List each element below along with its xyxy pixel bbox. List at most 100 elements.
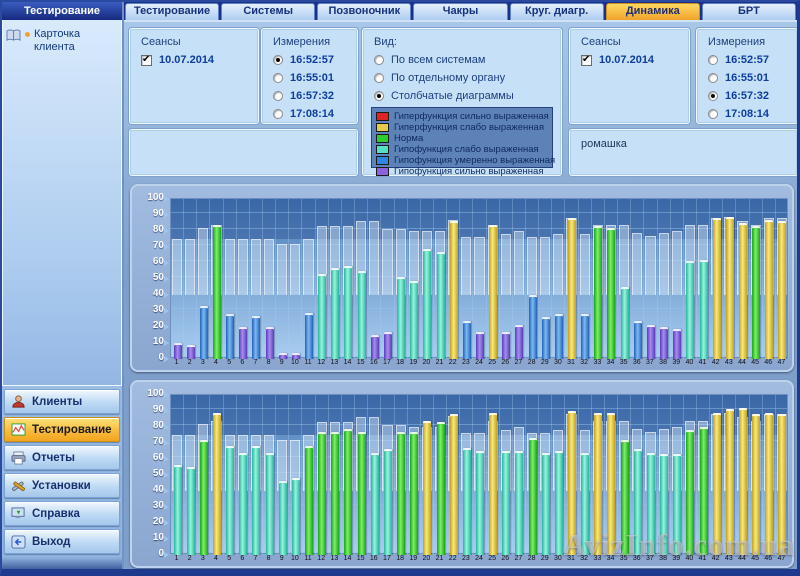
radio-button[interactable]	[374, 91, 384, 101]
y-tick-label: 70	[130, 436, 164, 447]
chart-column	[736, 395, 749, 555]
y-tick-label: 100	[130, 192, 164, 203]
bar	[200, 440, 208, 555]
x-tick-label: 45	[749, 555, 762, 562]
chart-column	[329, 395, 342, 555]
chart-column	[276, 199, 289, 359]
chart-column	[513, 199, 526, 359]
bar	[200, 306, 208, 359]
sidebar-button-4[interactable]: Справка	[4, 501, 120, 526]
chart-column	[197, 395, 210, 555]
reference-band	[527, 237, 537, 295]
tab-5[interactable]: Динамика	[606, 3, 700, 20]
bar	[266, 327, 274, 359]
bar	[778, 414, 786, 555]
chart-column	[250, 395, 263, 555]
x-tick-label: 29	[538, 555, 551, 562]
x-tick-label: 9	[275, 555, 288, 562]
chart-column	[579, 395, 592, 555]
radio-label: По всем системам	[391, 54, 485, 66]
radio-button[interactable]	[273, 73, 283, 83]
sidebar-button-2[interactable]: Отчеты	[4, 445, 120, 470]
radio-button[interactable]	[273, 55, 283, 65]
legend-swatch	[376, 134, 389, 143]
legend-label: Гипофункция умеренно выраженная	[394, 155, 555, 166]
chart-column	[697, 199, 710, 359]
x-tick-label: 3	[196, 555, 209, 562]
x-tick-label: 44	[735, 359, 748, 366]
radio-button[interactable]	[374, 73, 384, 83]
main-area: ТестированиеСистемыПозвоночникЧакрыКруг.…	[124, 2, 797, 569]
bar	[331, 268, 339, 359]
chart-column	[684, 199, 697, 359]
bar	[686, 430, 694, 555]
radio-button[interactable]	[374, 55, 384, 65]
session-checkbox[interactable]	[141, 55, 152, 66]
radio-button[interactable]	[273, 91, 283, 101]
radio-button[interactable]	[708, 91, 718, 101]
bar	[305, 313, 313, 359]
tab-0[interactable]: Тестирование	[125, 3, 219, 20]
bar	[397, 277, 405, 359]
radio-button[interactable]	[708, 55, 718, 65]
plot-area	[170, 198, 788, 358]
x-tick-label: 7	[249, 555, 262, 562]
plot-area	[170, 394, 788, 554]
x-tick-label: 17	[380, 555, 393, 562]
bar	[778, 221, 786, 359]
sidebar: Тестирование Карточка клиента КлиентыТес…	[2, 2, 124, 569]
x-tick-label: 47	[775, 555, 788, 562]
chart-column	[487, 199, 500, 359]
tab-3[interactable]: Чакры	[413, 3, 507, 20]
x-tick-label: 10	[288, 359, 301, 366]
chart-column	[381, 199, 394, 359]
bar	[502, 451, 510, 555]
radio-button[interactable]	[273, 109, 283, 119]
tab-4[interactable]: Круг. диагр.	[510, 3, 604, 20]
bar	[660, 327, 668, 359]
x-tick-label: 35	[617, 555, 630, 562]
chart-column	[736, 199, 749, 359]
sidebar-item-client-card[interactable]: Карточка клиента	[6, 28, 118, 54]
radio-button[interactable]	[708, 109, 718, 119]
reference-band	[619, 225, 629, 295]
x-tick-label: 43	[722, 555, 735, 562]
x-tick-label: 40	[683, 359, 696, 366]
y-tick-label: 40	[130, 484, 164, 495]
chart-column	[224, 395, 237, 555]
x-tick-label: 25	[486, 555, 499, 562]
panel-title: Вид:	[363, 29, 561, 48]
bar	[568, 218, 576, 359]
x-tick-label: 46	[762, 359, 775, 366]
session-checkbox[interactable]	[581, 55, 592, 66]
x-tick-label: 36	[630, 555, 643, 562]
legend-swatch	[376, 112, 389, 121]
tab-2[interactable]: Позвоночник	[317, 3, 411, 20]
x-tick-label: 37	[643, 359, 656, 366]
chart-column	[210, 199, 223, 359]
chart-column	[487, 395, 500, 555]
sidebar-button-5[interactable]: Выход	[4, 529, 120, 554]
chart-column	[552, 199, 565, 359]
reference-band	[382, 229, 392, 295]
sidebar-button-1[interactable]: Тестирование	[4, 417, 120, 442]
bar	[213, 225, 221, 359]
bar	[239, 453, 247, 555]
radio-button[interactable]	[708, 73, 718, 83]
tab-6[interactable]: БРТ	[702, 3, 796, 20]
sidebar-button-3[interactable]: Установки	[4, 473, 120, 498]
bar	[634, 321, 642, 359]
tab-1[interactable]: Системы	[221, 3, 315, 20]
x-tick-label: 13	[328, 555, 341, 562]
reference-band	[659, 233, 669, 295]
chart-column	[263, 395, 276, 555]
sidebar-button-0[interactable]: Клиенты	[4, 389, 120, 414]
reference-band	[474, 237, 484, 295]
x-tick-label: 26	[499, 359, 512, 366]
x-tick-label: 24	[472, 359, 485, 366]
exit-icon	[9, 535, 27, 549]
book-icon	[6, 29, 21, 47]
bar	[739, 223, 747, 359]
x-tick-label: 41	[696, 359, 709, 366]
content-area: Сеансы 10.07.2014 Измерения 16:52:5716:5…	[124, 20, 797, 569]
